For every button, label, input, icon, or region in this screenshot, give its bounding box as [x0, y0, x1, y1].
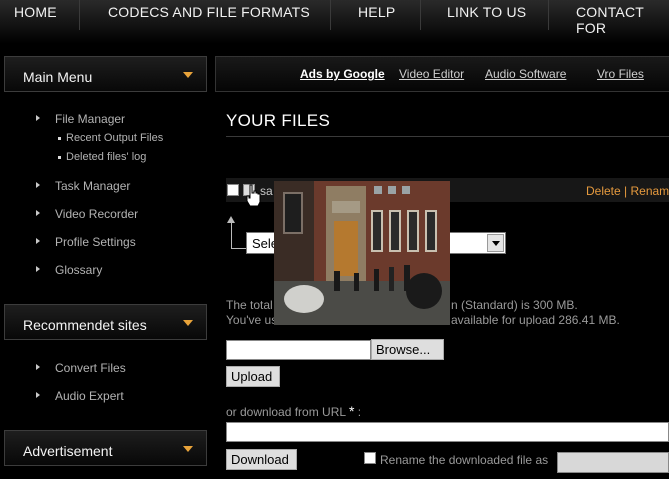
nav-home[interactable]: HOME — [14, 4, 57, 20]
storage-info-line1-end: n (Standard) is 300 MB. — [451, 298, 578, 312]
tree-line — [231, 248, 247, 249]
tree-line — [231, 222, 232, 248]
nav-help[interactable]: HELP — [358, 4, 395, 20]
triangle-right-icon — [36, 210, 40, 216]
sidebar-item-audio-expert[interactable]: Audio Expert — [36, 389, 124, 403]
sidebar-item-label: Convert Files — [55, 361, 126, 375]
upload-file-input[interactable] — [226, 340, 371, 360]
nav-link-to-us[interactable]: LINK TO US — [447, 4, 526, 20]
nav-contact[interactable]: CONTACT FOR — [576, 4, 669, 36]
chevron-down-icon[interactable] — [183, 446, 193, 452]
sidebar-item-profile-settings[interactable]: Profile Settings — [36, 235, 136, 249]
page-title: YOUR FILES — [226, 111, 331, 130]
video-thumbnail-preview — [274, 181, 450, 325]
sidebar-item-label: Video Recorder — [55, 207, 139, 221]
download-url-label: or download from URL * : — [226, 403, 361, 419]
nav-separator — [330, 0, 331, 30]
top-navigation: HOME CODECS AND FILE FORMATS HELP LINK T… — [0, 0, 669, 44]
thumbnail-image — [274, 181, 450, 325]
main-menu-title: Main Menu — [23, 69, 93, 85]
download-url-label-text: or download from URL — [226, 405, 346, 419]
browse-button[interactable]: Browse... — [371, 339, 444, 360]
nav-separator — [420, 0, 421, 30]
hand-pointer-icon — [246, 184, 261, 207]
sidebar-item-label: Audio Expert — [55, 389, 124, 403]
triangle-right-icon — [36, 266, 40, 272]
chevron-down-icon[interactable] — [183, 320, 193, 326]
recommended-sites-header[interactable]: Recommendet sites — [4, 304, 207, 340]
rename-checkbox[interactable] — [364, 452, 376, 464]
sidebar-item-label: Profile Settings — [55, 235, 136, 249]
nav-codecs[interactable]: CODECS AND FILE FORMATS — [108, 4, 310, 20]
advertisement-header[interactable]: Advertisement — [4, 430, 207, 466]
sidebar-item-task-manager[interactable]: Task Manager — [36, 179, 131, 193]
download-button[interactable]: Download — [226, 449, 297, 470]
advertisement-title: Advertisement — [23, 443, 113, 459]
sidebar-item-label: Task Manager — [55, 179, 131, 193]
nav-separator — [79, 0, 80, 30]
triangle-right-icon — [36, 238, 40, 244]
ads-by-google-link[interactable]: Ads by Google — [300, 67, 385, 81]
sidebar-item-label: File Manager — [55, 112, 126, 126]
bullet-icon — [58, 137, 61, 140]
chevron-down-icon[interactable] — [487, 234, 504, 252]
storage-info-line1-start: The total — [226, 298, 273, 312]
chevron-down-icon[interactable] — [183, 72, 193, 78]
file-select-checkbox[interactable] — [227, 184, 239, 196]
sidebar-subitem-deleted-log[interactable]: Deleted files' log — [58, 151, 147, 163]
storage-info-line2-start: You've us — [226, 313, 278, 327]
sidebar-item-convert-files[interactable]: Convert Files — [36, 361, 126, 375]
ad-link-video-editor[interactable]: Video Editor — [399, 67, 464, 81]
bullet-icon — [58, 156, 61, 159]
ad-links-bar: Ads by Google Video Editor Audio Softwar… — [215, 56, 669, 92]
sidebar-item-video-recorder[interactable]: Video Recorder — [36, 207, 139, 221]
sidebar-item-file-manager[interactable]: File Manager — [36, 112, 126, 126]
title-divider — [226, 136, 669, 137]
recommended-sites-title: Recommendet sites — [23, 317, 147, 333]
file-actions[interactable]: Delete | Renam — [586, 184, 669, 198]
upload-button[interactable]: Upload — [226, 366, 280, 387]
sidebar-item-glossary[interactable]: Glossary — [36, 263, 103, 277]
sidebar-subitem-label: Deleted files' log — [66, 151, 147, 163]
sidebar-subitem-label: Recent Output Files — [66, 132, 164, 144]
triangle-right-icon — [36, 115, 40, 121]
sidebar-subitem-recent-output[interactable]: Recent Output Files — [58, 132, 164, 144]
storage-info-line2-end: available for upload 286.41 MB. — [451, 313, 620, 327]
sidebar-item-label: Glossary — [55, 263, 103, 277]
triangle-right-icon — [36, 392, 40, 398]
main-menu-header[interactable]: Main Menu — [4, 56, 207, 92]
download-url-label-colon: : — [354, 405, 362, 419]
download-url-input[interactable] — [226, 422, 669, 442]
rename-input[interactable] — [557, 452, 669, 473]
rename-label: Rename the downloaded file as — [380, 453, 549, 467]
triangle-right-icon — [36, 182, 40, 188]
ad-link-vro-files[interactable]: Vro Files — [597, 67, 644, 81]
ad-link-audio-software[interactable]: Audio Software — [485, 67, 566, 81]
nav-separator — [548, 0, 549, 30]
triangle-right-icon — [36, 364, 40, 370]
